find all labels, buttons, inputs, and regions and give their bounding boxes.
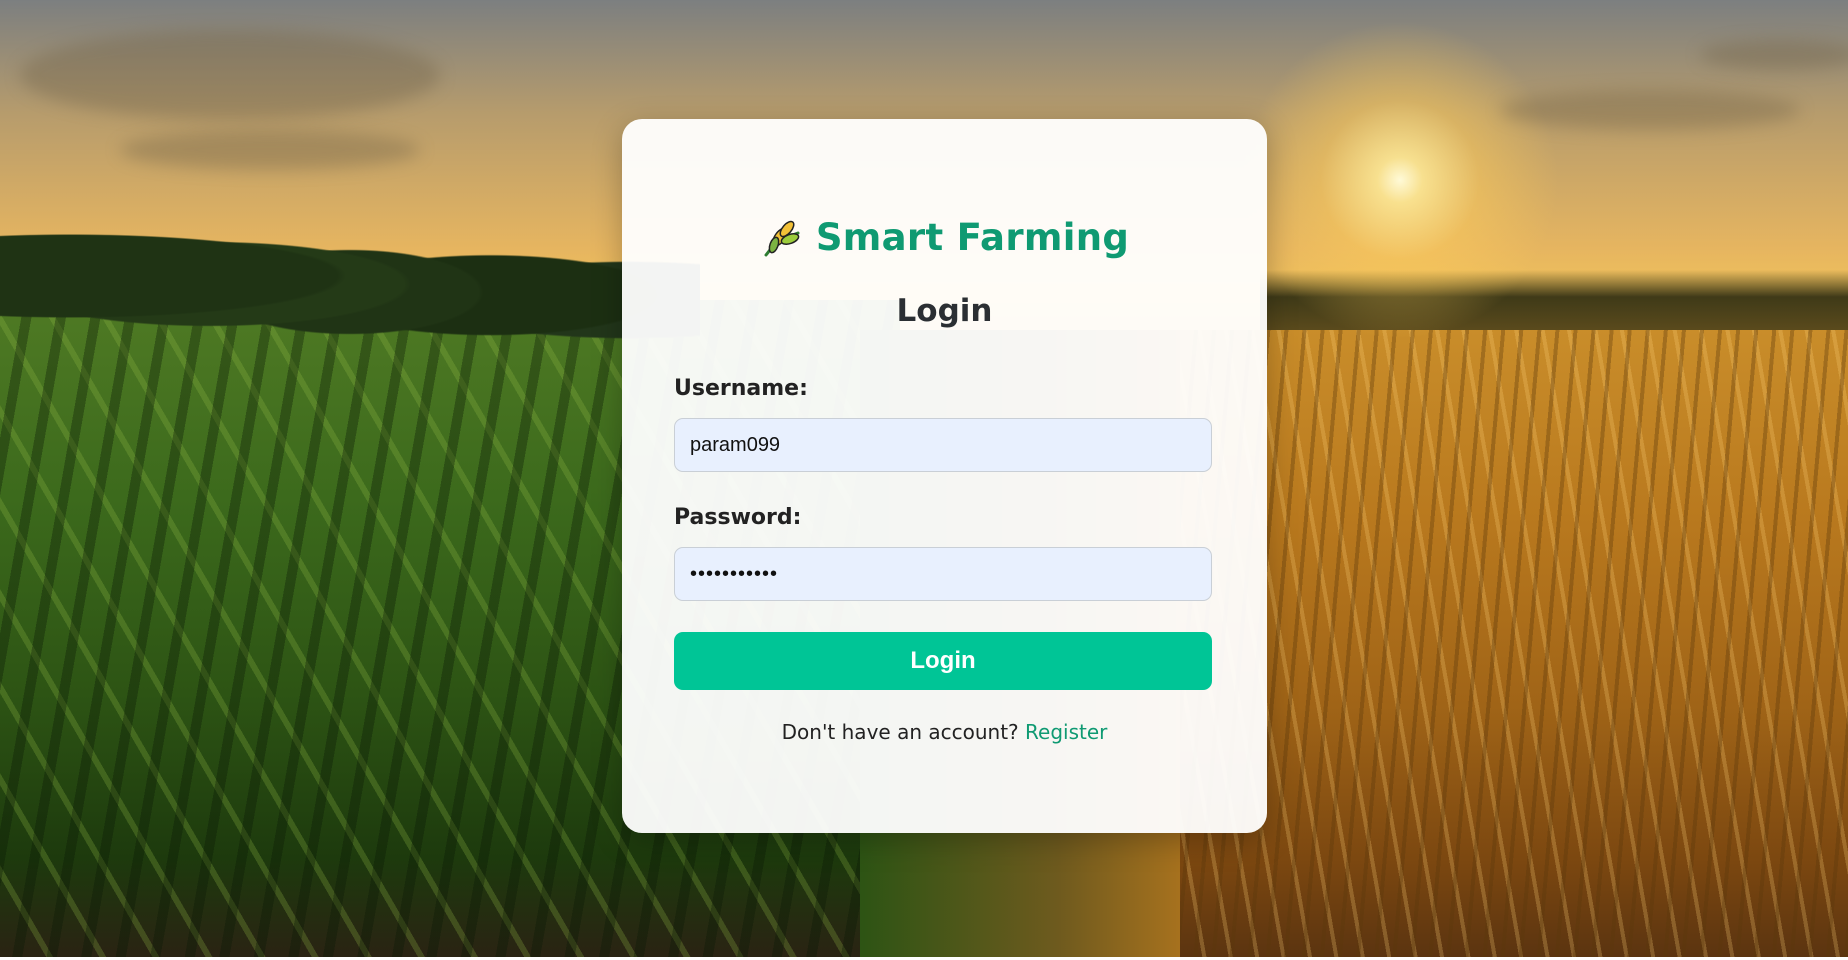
- username-input[interactable]: param099: [674, 418, 1212, 472]
- login-card: Smart Farming Login Username: param099 P…: [622, 119, 1267, 833]
- wheat-field: [1180, 330, 1848, 957]
- register-link[interactable]: Register: [1025, 720, 1107, 744]
- brand-header: Smart Farming: [622, 215, 1267, 259]
- username-value: param099: [690, 433, 781, 456]
- username-label: Username:: [674, 376, 808, 401]
- password-value: •••••••••••: [690, 562, 779, 585]
- password-input[interactable]: •••••••••••: [674, 547, 1212, 601]
- cloud: [20, 30, 440, 120]
- password-label: Password:: [674, 505, 802, 530]
- cloud: [1700, 40, 1848, 70]
- register-prompt: Don't have an account?: [781, 720, 1019, 744]
- page-title: Login: [896, 293, 993, 329]
- wheat-icon: [764, 220, 800, 257]
- cloud: [1500, 90, 1800, 130]
- tree-line: [0, 180, 700, 340]
- cloud: [120, 130, 420, 170]
- login-button[interactable]: Login: [674, 632, 1212, 690]
- sun: [1240, 20, 1560, 340]
- app-title: Smart Farming: [815, 215, 1130, 259]
- register-prompt-line: Don't have an account? Register: [622, 720, 1267, 744]
